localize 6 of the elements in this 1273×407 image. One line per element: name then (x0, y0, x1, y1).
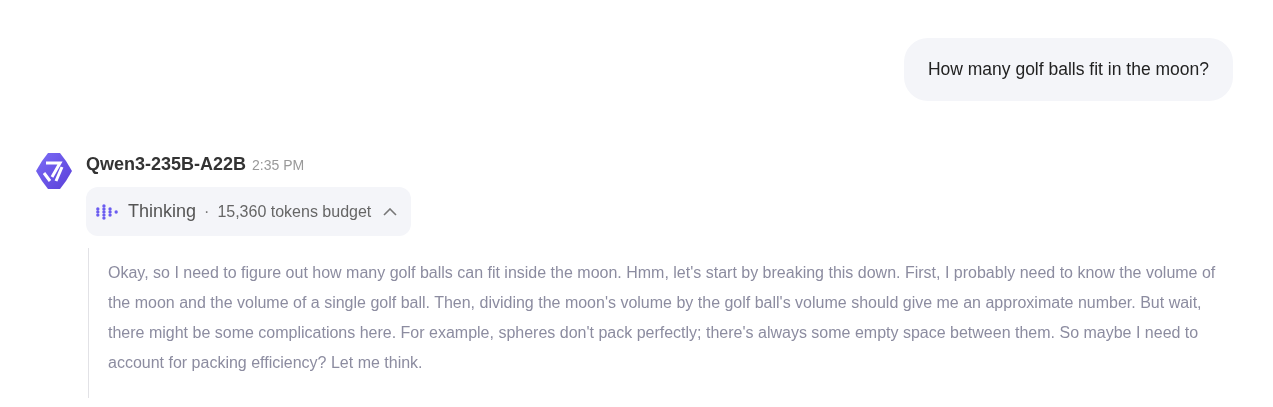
thinking-toggle[interactable]: Thinking · 15,360 tokens budget (86, 187, 412, 236)
model-name: Qwen3-235B-A22B (86, 154, 247, 175)
thinking-text: Okay, so I need to figure out how many golf balls can fit inside the moon. Hmm, let's start by breaking this down. First, I probably need to know the volume of the moon and the volume of a single golf ball. Then, dividing the moon's volume by the golf ball's volume should give me an approximate number. But wait, there might be some complications here. For example, spheres don't pack perfectly; there's always some empty space between them. So maybe I need to account for packing efficiency? Let me think. (108, 263, 1217, 373)
dots-icon (96, 203, 118, 220)
message-time: 2:35 PM (252, 157, 305, 173)
user-message: How many golf balls fit in the moon? (903, 38, 1233, 101)
